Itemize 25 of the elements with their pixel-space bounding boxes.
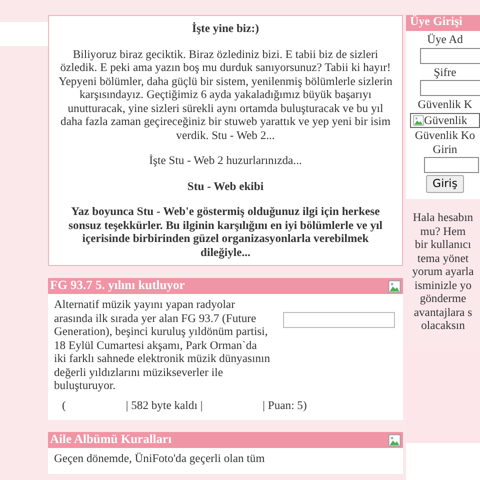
login-button[interactable]: Giriş	[426, 175, 464, 193]
intro-paragraph: Biliyoruz biraz geciktik. Biraz özlediniz bizi. E tabii biz de sizleri özledik. E peki ama yazın boş mu durduk sanıyorsunuz? Tabii ki hayır! Yepyeni bölümler, daha güçlü bir sistem, yenilenmiş bölümlerle sizlerin karşısındayız. Geçtiğimiz 6 ayda yakaladığımız büyük başarıyı unutturacak, yine sizleri sürekli aynı ortamda buluşturacak ve bu yıl daha fazla zaman geçireceğiniz bir stuweb yarattık ve yep yeni bir isim verdik. Stu - Web 2...	[58, 48, 394, 142]
code-label: Girin	[432, 142, 458, 156]
intro-paragraph: İşte yine biz:)	[191, 22, 260, 36]
news-text: Alternatif müzik yayını yapan radyolar arasında ilk sırada yer alan FG 93.7 (Future Generation), beşinci kuruluş yıldönüm partisi, 18 Eylül Cumartesi akşamı, Park Orman`da iki farklı sahnede elektronik müzik dünyasının değerli yıldızlarını müzikseverler ile buluşturuyor.	[54, 298, 271, 392]
news-meta: (	[62, 398, 66, 412]
news-meta: | Puan: 5)	[262, 398, 307, 412]
code-label: Güvenlik Ko	[414, 129, 476, 142]
login-title: Üye Girişi	[406, 15, 480, 31]
code-field[interactable]	[424, 157, 479, 173]
intro-paragraph: Yaz boyunca Stu - Web'e göstermiş olduğunuz ilgi için herkese sonsuz teşekkürler. Bu ilginin karşılığını en iyi bölümlerle ve yıl içerisinde birbirinden güzel organizasyonlarla verebilmek dileğiyle...	[68, 205, 384, 259]
intro-paragraph: İşte Stu - Web 2 huzurlarınızda...	[148, 154, 303, 168]
broken-image-icon	[413, 114, 424, 126]
news-title[interactable]: Aile Albümü Kuralları	[50, 433, 172, 447]
username-label: Üye Ad	[426, 33, 464, 46]
password-label: Şifre	[432, 66, 458, 79]
news-meta: | 582 byte kaldı |	[126, 398, 203, 412]
username-field[interactable]	[420, 48, 480, 64]
news-text: Geçen dönemde, ÜniFoto'da geçerli olan tüm	[54, 452, 265, 466]
signup-text: Hala hesabın mu? Hem bir kullanıcı tema yönet yorum ayarla isminizle yo gönderme avantajlara s olacaksın	[411, 211, 475, 332]
password-field[interactable]	[420, 80, 480, 96]
security-label: Güvenlik K	[416, 98, 474, 112]
intro-paragraph: Stu - Web ekibi	[186, 180, 265, 193]
captcha-alt-text: Güvenlik	[424, 114, 468, 127]
news-title[interactable]: FG 93.7 5. yılını kutluyor	[50, 279, 185, 293]
